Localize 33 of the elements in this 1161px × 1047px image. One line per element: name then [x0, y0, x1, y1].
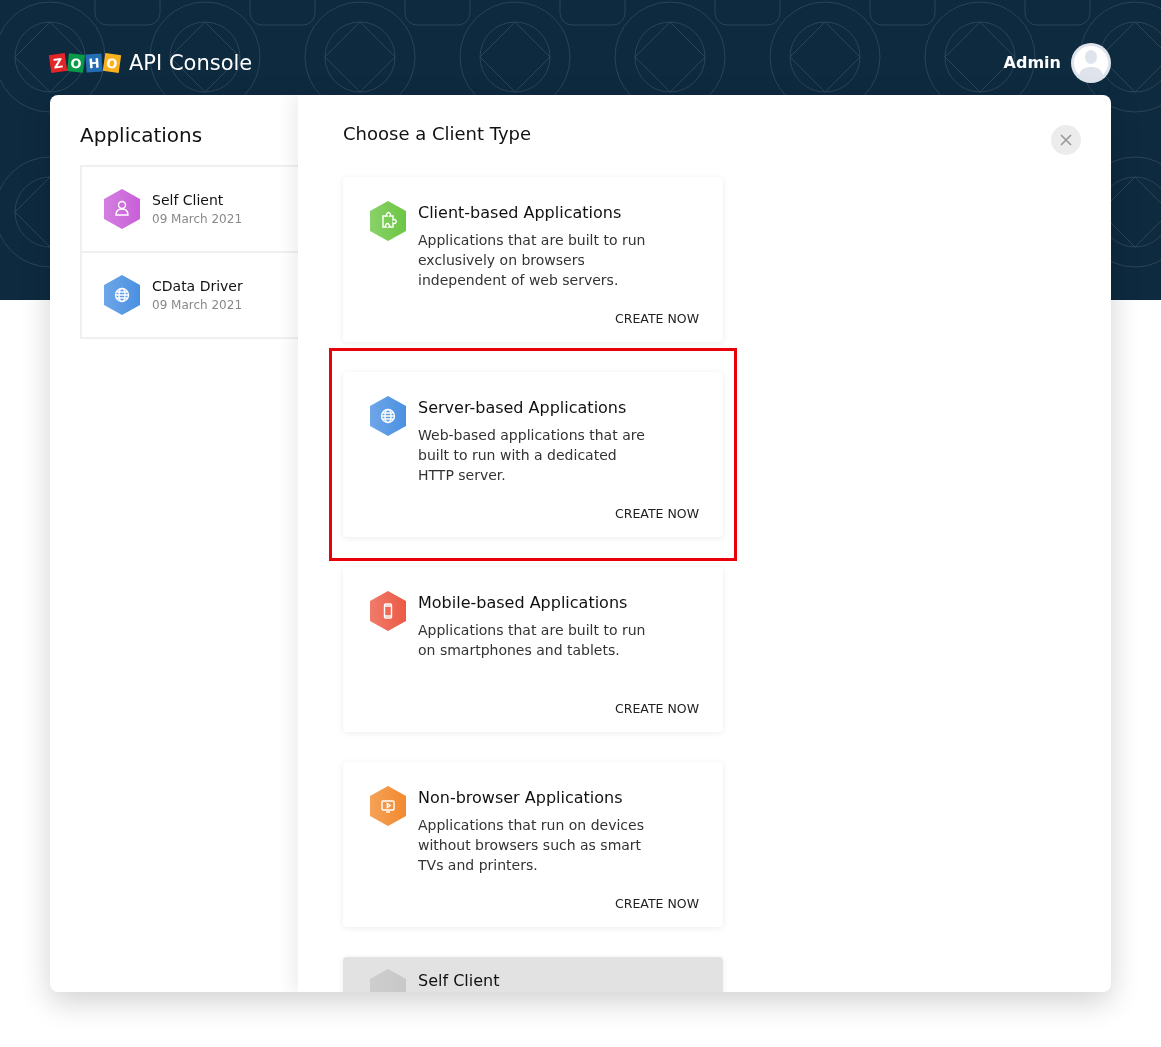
client-type-card[interactable]: Server-based Applications Web-based applications that are built to run with a dedicated HTTP server. CREATE NOW	[343, 372, 723, 537]
user-name: Admin	[1003, 53, 1061, 72]
create-now-link[interactable]: CREATE NOW	[615, 506, 699, 521]
section-title: Applications	[80, 123, 204, 147]
close-icon	[1060, 134, 1072, 146]
logo-letter: O	[67, 52, 85, 73]
app-name[interactable]: CData Driver	[152, 278, 243, 294]
client-type-card[interactable]: Self Client	[343, 957, 723, 992]
card-title: Client-based Applications	[418, 203, 623, 222]
card-title: Self Client	[418, 971, 501, 990]
card-description: Applications that are built to run exclusively on browsers independent of web servers.	[418, 231, 647, 290]
create-now-link[interactable]: CREATE NOW	[615, 896, 699, 911]
card-description: Applications that are built to run on smartphones and tablets.	[418, 621, 647, 660]
logo-letter: O	[102, 52, 122, 73]
logo-letter: H	[85, 52, 103, 73]
create-now-link[interactable]: CREATE NOW	[615, 701, 699, 716]
client-type-card[interactable]: Non-browser Applications Applications that run on devices without browsers such as smart TVs and printers. CREATE NOW	[343, 762, 723, 927]
card-description: Web-based applications that are built to run with a dedicated HTTP server.	[418, 426, 646, 485]
logo-letter: Z	[48, 52, 68, 73]
app-date: 09 March 2021	[152, 212, 243, 226]
close-button[interactable]	[1051, 125, 1081, 155]
create-now-link[interactable]: CREATE NOW	[615, 311, 699, 326]
app-title: API Console	[129, 50, 253, 75]
app-date: 09 March 2021	[152, 298, 243, 312]
dialog-title: Choose a Client Type	[343, 123, 532, 144]
card-description: Applications that run on devices without browsers such as smart TVs and printers.	[418, 816, 645, 875]
avatar-icon[interactable]	[1071, 42, 1111, 83]
client-type-card[interactable]: Client-based Applications Applications that are built to run exclusively on browsers independent of web servers. CREATE NOW	[343, 177, 723, 342]
app-name[interactable]: Self Client	[152, 192, 243, 208]
card-title: Server-based Applications	[418, 398, 628, 417]
client-type-card[interactable]: Mobile-based Applications Applications that are built to run on smartphones and tablets. CREATE NOW	[343, 567, 723, 732]
card-title: Non-browser Applications	[418, 788, 624, 807]
card-title: Mobile-based Applications	[418, 593, 629, 612]
